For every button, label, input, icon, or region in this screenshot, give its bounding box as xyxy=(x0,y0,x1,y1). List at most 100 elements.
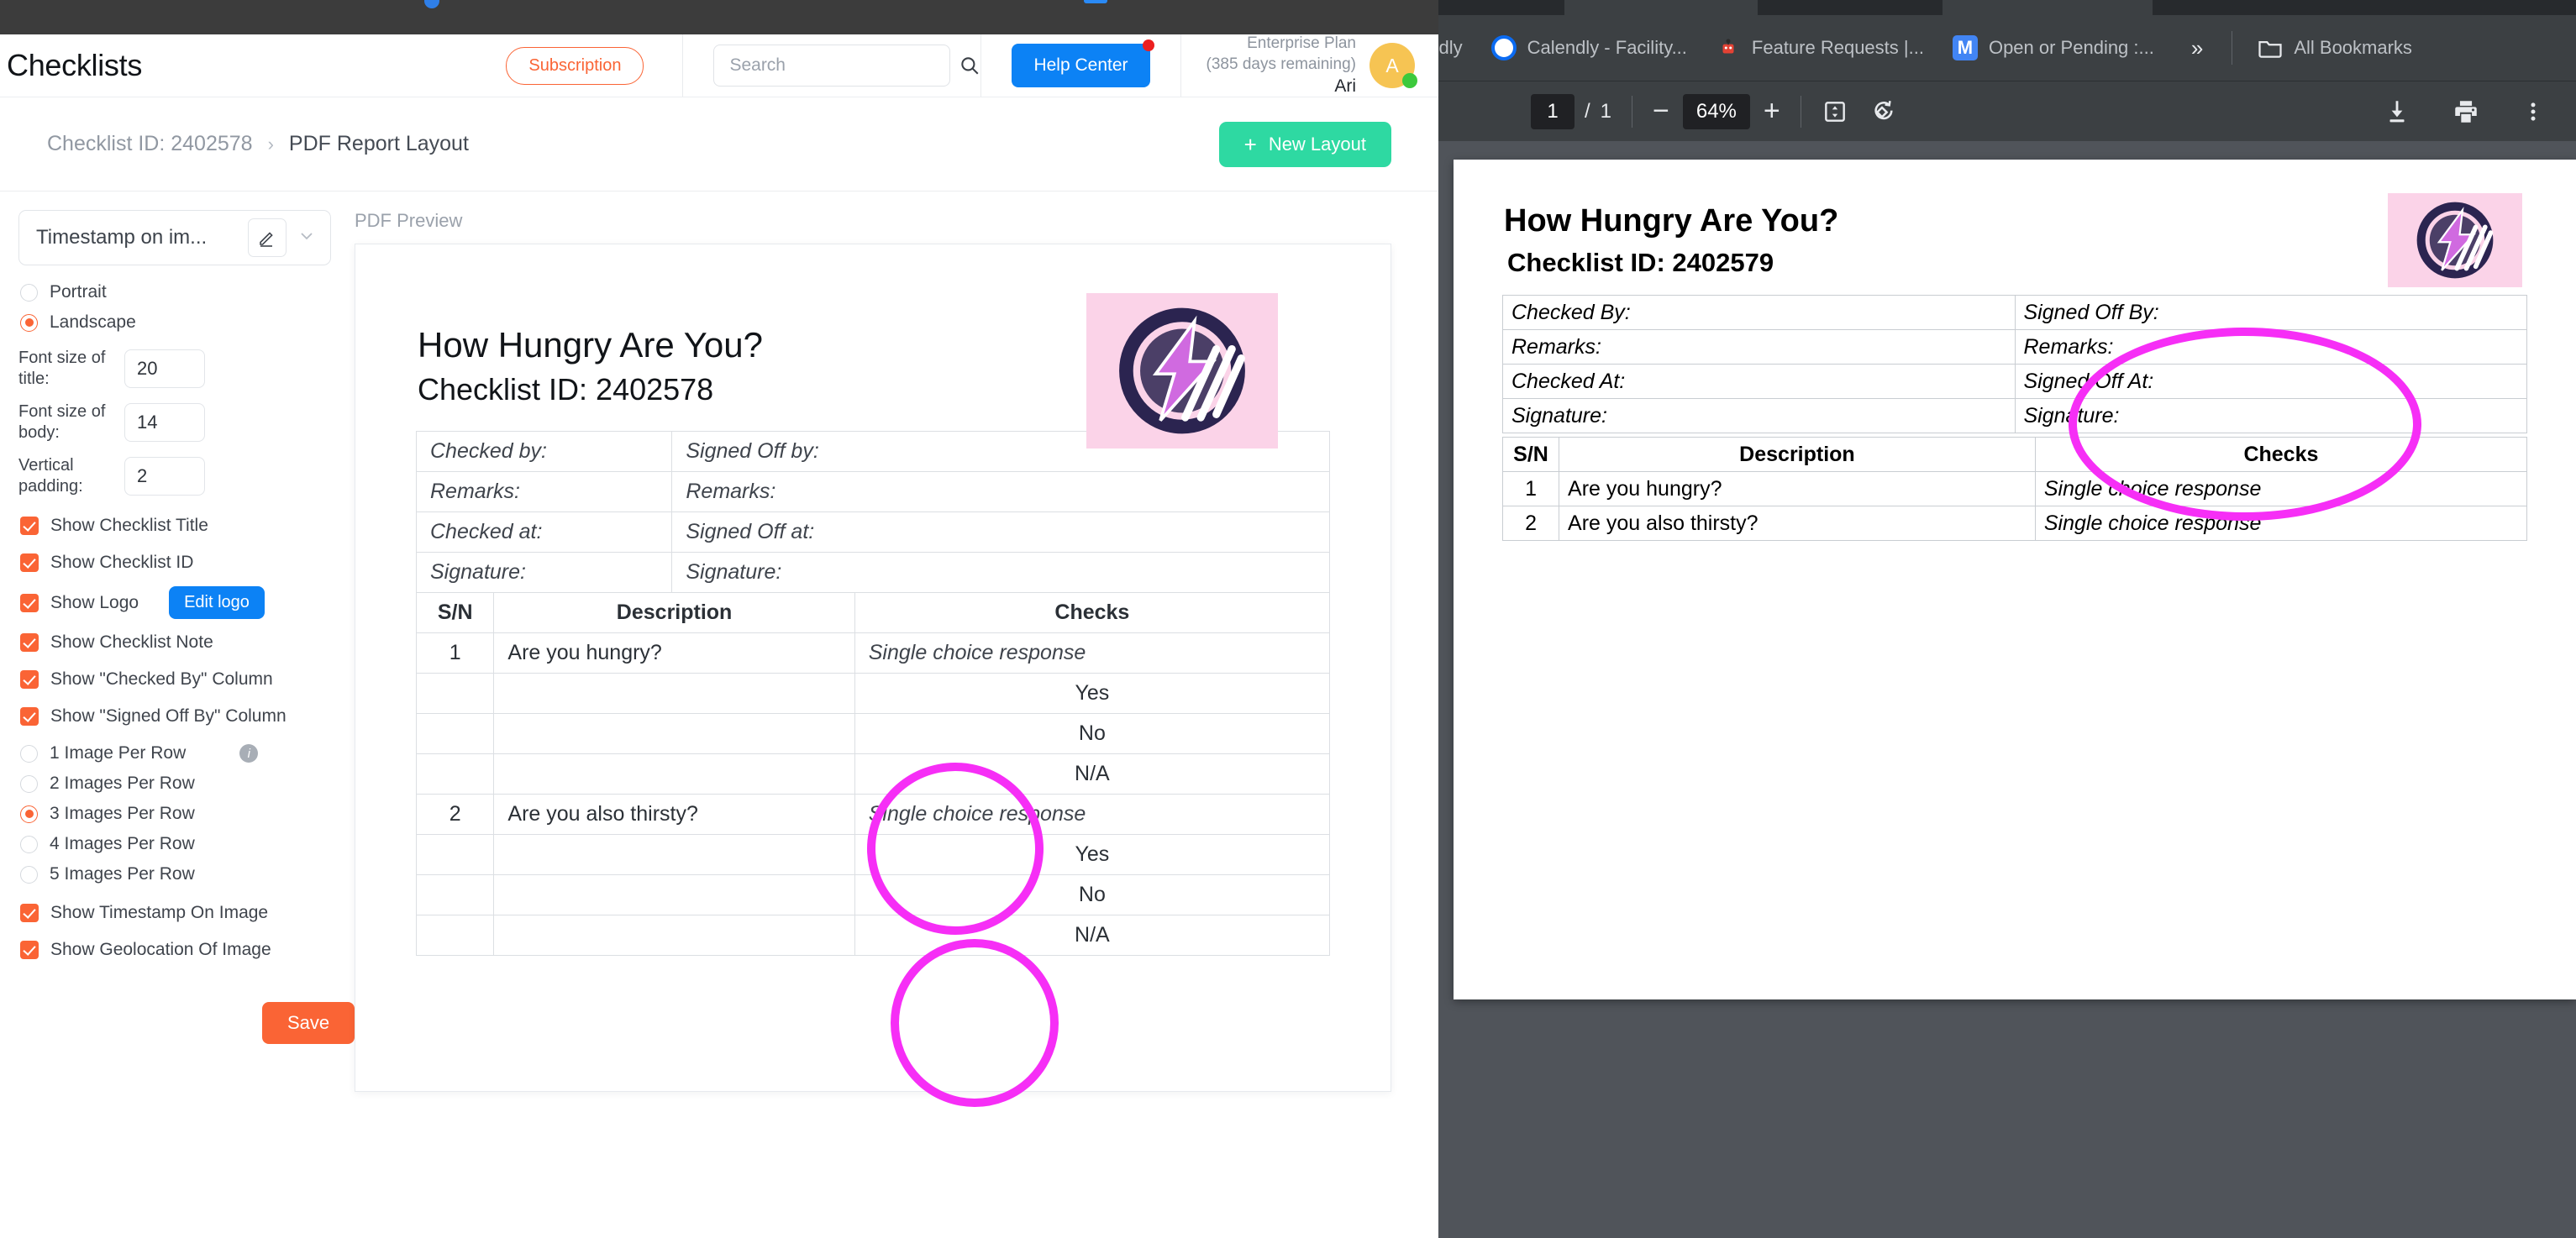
checkbox-show-geolocation-of-image-input[interactable] xyxy=(20,941,39,959)
browser-tab-b[interactable] xyxy=(1943,0,2153,15)
more-options-button[interactable] xyxy=(2521,97,2546,126)
radio-3-images-per-row[interactable]: 3 Images Per Row xyxy=(20,800,331,827)
radio-5-images-per-row-label: 5 Images Per Row xyxy=(50,864,195,884)
preview-meta-table: Checked by: Signed Off by: Remarks: Rema… xyxy=(415,431,1330,593)
radio-5-images-per-row-input[interactable] xyxy=(20,865,38,884)
preview-logo xyxy=(1086,293,1278,449)
checkbox-show-timestamp-on-image-input[interactable] xyxy=(20,904,39,922)
bookmark-feature-requests[interactable]: Feature Requests |... xyxy=(1715,35,1924,60)
page-number-input[interactable]: 1 xyxy=(1531,93,1575,129)
radio-portrait-input[interactable] xyxy=(20,283,38,302)
web-app-pane: Checklists Subscription Help Center xyxy=(0,0,1438,1238)
radio-5-images-per-row[interactable]: 5 Images Per Row xyxy=(20,861,331,888)
save-button[interactable]: Save xyxy=(262,1002,355,1044)
preview-row2-description: Are you also thirsty? xyxy=(493,794,855,835)
radio-4-images-per-row-input[interactable] xyxy=(20,835,38,853)
table-row: No xyxy=(415,713,1331,754)
bookmark-endly[interactable]: endly xyxy=(1438,37,1463,59)
fit-page-button[interactable] xyxy=(1822,98,1848,125)
field-font-size-body-label: Font size of body: xyxy=(18,402,106,442)
preview-row2-opt-blank-a xyxy=(415,834,495,875)
subscription-button[interactable]: Subscription xyxy=(506,46,644,85)
checkbox-show-timestamp-on-image[interactable]: Show Timestamp On Image xyxy=(20,900,331,926)
preview-row1-sn: 1 xyxy=(415,632,495,674)
preview-row2-opt-blank-f xyxy=(493,915,855,956)
checkbox-show-checklist-title-input[interactable] xyxy=(20,517,39,535)
checkbox-show-checklist-title[interactable]: Show Checklist Title xyxy=(20,512,331,539)
zoom-level[interactable]: 64% xyxy=(1682,93,1750,129)
radio-1-image-per-row[interactable]: 1 Image Per Row i xyxy=(20,740,331,767)
edit-layout-name-button[interactable] xyxy=(248,218,287,257)
new-layout-button[interactable]: + New Layout xyxy=(1218,121,1391,167)
zoom-out-button[interactable]: − xyxy=(1653,95,1669,128)
table-header-row: S/N Description Checks xyxy=(415,592,1331,633)
radio-1-image-per-row-input[interactable] xyxy=(20,744,38,763)
page-title: Checklists xyxy=(7,48,143,82)
checkbox-show-logo-input[interactable] xyxy=(20,593,39,612)
preview-meta-signed-off-at: Signed Off at: xyxy=(671,511,1330,553)
rotate-icon xyxy=(1874,100,1893,119)
pdf-meta-signed-off-at: Signed Off At: xyxy=(2014,364,2527,399)
pdf-doc-logo xyxy=(2388,193,2522,287)
bookmarks-overflow-icon[interactable]: » xyxy=(2191,35,2203,61)
font-size-body-input[interactable] xyxy=(124,403,205,442)
pdf-page: How Hungry Are You? Checklist ID: 240257… xyxy=(1454,160,2576,999)
font-size-title-input[interactable] xyxy=(124,349,205,388)
breadcrumb-parent[interactable]: Checklist ID: 2402578 xyxy=(47,132,253,156)
pdf-col-checks: Checks xyxy=(2034,437,2528,472)
bookmark-open-or-pending-label: Open or Pending :... xyxy=(1988,37,2154,58)
search-icon xyxy=(961,57,979,75)
bookmark-feature-requests-label: Feature Requests |... xyxy=(1751,37,1924,58)
radio-landscape[interactable]: Landscape xyxy=(20,309,331,336)
help-center-button[interactable]: Help Center xyxy=(1012,44,1150,87)
preview-row2-opt-blank-b xyxy=(493,834,855,875)
radio-2-images-per-row[interactable]: 2 Images Per Row xyxy=(20,770,331,797)
avatar-wrap[interactable]: A xyxy=(1369,43,1417,88)
checkbox-show-checklist-note-input[interactable] xyxy=(20,633,39,652)
bookmark-calendly[interactable]: Calendly - Facility... xyxy=(1490,35,1687,60)
zoom-in-button[interactable]: + xyxy=(1764,95,1780,128)
app-header: Checklists Subscription Help Center xyxy=(0,34,1438,97)
preview-meta-checked-at: Checked at: xyxy=(415,511,673,553)
checkbox-show-checked-by-column-input[interactable] xyxy=(20,670,39,689)
rotate-button[interactable] xyxy=(1870,98,1897,125)
vertical-padding-input[interactable] xyxy=(124,457,205,496)
radio-3-images-per-row-input[interactable] xyxy=(20,805,38,823)
pdf-row1-description: Are you hungry? xyxy=(1559,471,2036,506)
checkbox-show-checked-by-column[interactable]: Show "Checked By" Column xyxy=(20,666,331,693)
pdf-meta-signature-left: Signature: xyxy=(1502,398,2016,433)
info-icon[interactable]: i xyxy=(239,744,259,763)
plan-text: Enterprise Plan (385 days remaining) Ari xyxy=(1207,33,1356,98)
download-button[interactable] xyxy=(2383,97,2411,126)
preview-row1-description: Are you hungry? xyxy=(493,632,855,674)
all-bookmarks-button[interactable]: All Bookmarks xyxy=(2258,37,2412,59)
radio-4-images-per-row[interactable]: 4 Images Per Row xyxy=(20,831,331,858)
radio-2-images-per-row-input[interactable] xyxy=(20,774,38,793)
search-input[interactable] xyxy=(728,55,959,76)
account-block[interactable]: Enterprise Plan (385 days remaining) Ari… xyxy=(1207,33,1417,98)
pdf-doc-title: How Hungry Are You? xyxy=(1504,203,1839,239)
radio-landscape-input[interactable] xyxy=(20,313,38,332)
pdf-preview-card: How Hungry Are You? Checklist ID: 240257… xyxy=(355,244,1391,1092)
checkbox-show-logo[interactable]: Show Logo Edit logo xyxy=(20,586,331,619)
preview-row2-opt-blank-e xyxy=(415,915,495,956)
checkbox-show-checklist-note[interactable]: Show Checklist Note xyxy=(20,629,331,656)
table-row: Signature: Signature: xyxy=(1502,398,2527,433)
radio-portrait[interactable]: Portrait xyxy=(20,279,331,306)
print-button[interactable] xyxy=(2452,97,2480,126)
field-vertical-padding: Vertical padding: xyxy=(18,455,331,497)
checkbox-show-signed-off-by-column-input[interactable] xyxy=(20,707,39,726)
preview-row2-checks: Single choice response xyxy=(854,794,1331,835)
checkbox-show-geolocation-of-image[interactable]: Show Geolocation Of Image xyxy=(20,936,331,963)
edit-logo-button[interactable]: Edit logo xyxy=(169,586,265,619)
browser-tab-strip xyxy=(1438,0,2576,15)
chevron-down-icon[interactable] xyxy=(297,226,317,250)
search-box[interactable] xyxy=(713,45,979,87)
checkbox-show-signed-off-by-column[interactable]: Show "Signed Off By" Column xyxy=(20,703,331,730)
pdf-preview-label: PDF Preview xyxy=(355,210,463,231)
checkbox-show-checklist-id[interactable]: Show Checklist ID xyxy=(20,549,331,576)
browser-tab-a[interactable] xyxy=(1564,0,1758,15)
bookmark-open-or-pending[interactable]: M Open or Pending :... xyxy=(1952,35,2154,60)
checkbox-show-checklist-id-input[interactable] xyxy=(20,553,39,572)
layout-selector[interactable]: Timestamp on im... xyxy=(18,210,331,265)
